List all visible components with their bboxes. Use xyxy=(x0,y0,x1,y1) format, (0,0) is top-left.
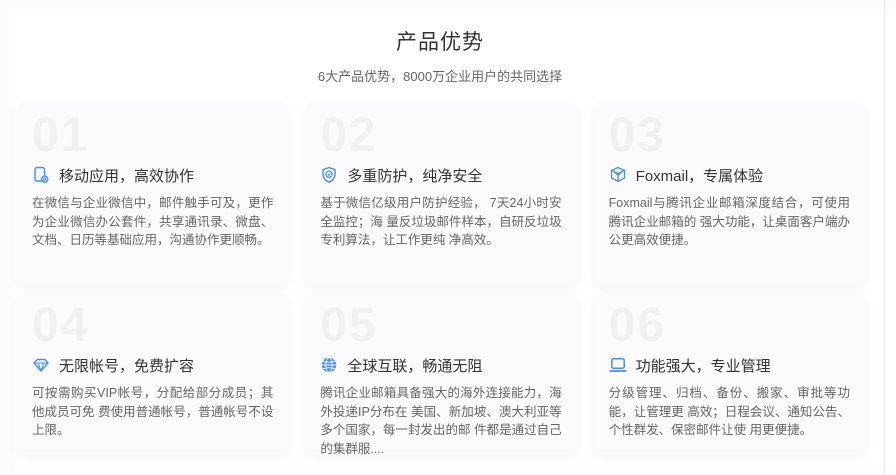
shield-check-icon xyxy=(320,166,338,184)
advantage-card-03: 03 Foxmail，专属体验 Foxmail与腾讯企业邮箱深度结合，可使用腾讯… xyxy=(593,103,866,285)
laptop-icon xyxy=(609,356,627,374)
globe-icon xyxy=(320,356,338,374)
card-title: 全球互联，畅通无阻 xyxy=(347,355,482,376)
advantage-card-05: 05 全球互联，畅通无阻 腾讯企业邮箱具备强大的海外连接能力，海外投递IP分布在… xyxy=(304,293,577,455)
card-title: 无限帐号，免费扩容 xyxy=(59,355,194,376)
product-advantages-section: 产品优势 6大产品优势，8000万企业用户的共同选择 01 移动应用，高效协作 … xyxy=(0,0,896,475)
card-body: 腾讯企业邮箱具备强大的海外连接能力，海外投递IP分布在 美国、新加坡、澳大利亚等… xyxy=(320,384,561,455)
frame-tint-top xyxy=(0,0,896,14)
card-title: 功能强大，专业管理 xyxy=(636,355,771,376)
card-body: 可按需购买VIP帐号，分配给部分成员；其他成员可免 费使用普通帐号，普通帐号不设… xyxy=(32,384,273,440)
card-number: 06 xyxy=(609,301,850,351)
card-body: 基于微信亿级用户防护经验， 7天24小时安全监控；海 量反垃圾邮件样本，自研反垃… xyxy=(320,194,561,250)
frame-tint-bottom xyxy=(0,467,896,475)
card-number: 02 xyxy=(320,111,561,161)
section-header: 产品优势 6大产品优势，8000万企业用户的共同选择 xyxy=(15,26,865,85)
card-number: 05 xyxy=(320,301,561,351)
advantage-card-01: 01 移动应用，高效协作 在微信与企业微信中，邮件触手可及，更作为企业微信办公套… xyxy=(16,103,289,285)
advantage-card-02: 02 多重防护，纯净安全 基于微信亿级用户防护经验， 7天24小时安全监控；海 … xyxy=(304,103,577,285)
page-right-border xyxy=(884,0,885,475)
card-number: 04 xyxy=(32,301,273,351)
page-subtitle: 6大产品优势，8000万企业用户的共同选择 xyxy=(15,66,865,85)
card-body: 在微信与企业微信中，邮件触手可及，更作为企业微信办公套件，共享通讯录、微盘、文档… xyxy=(32,194,273,250)
card-number: 01 xyxy=(32,111,273,161)
foxmail-box-icon xyxy=(609,166,627,184)
card-body: 分级管理、归档、备份、搬家、审批等功能，让管理更 高效；日程会议、通知公告、个性… xyxy=(609,384,850,440)
advantages-grid: 01 移动应用，高效协作 在微信与企业微信中，邮件触手可及，更作为企业微信办公套… xyxy=(16,103,866,455)
gem-icon xyxy=(32,356,50,374)
advantage-card-04: 04 无限帐号，免费扩容 可按需购买VIP帐号，分配给部分成员；其他成员可免 费… xyxy=(16,293,289,455)
page-title: 产品优势 xyxy=(15,26,865,56)
mobile-app-icon xyxy=(32,166,50,184)
card-body: Foxmail与腾讯企业邮箱深度结合，可使用腾讯企业邮箱的 强大功能，让桌面客户… xyxy=(609,194,850,250)
card-number: 03 xyxy=(609,111,850,161)
advantage-card-06: 06 功能强大，专业管理 分级管理、归档、备份、搬家、审批等功能，让管理更 高效… xyxy=(593,293,866,455)
card-title: 多重防护，纯净安全 xyxy=(347,165,482,186)
frame-tint-left xyxy=(0,0,14,475)
card-title: Foxmail，专属体验 xyxy=(636,165,764,186)
card-title: 移动应用，高效协作 xyxy=(59,165,194,186)
